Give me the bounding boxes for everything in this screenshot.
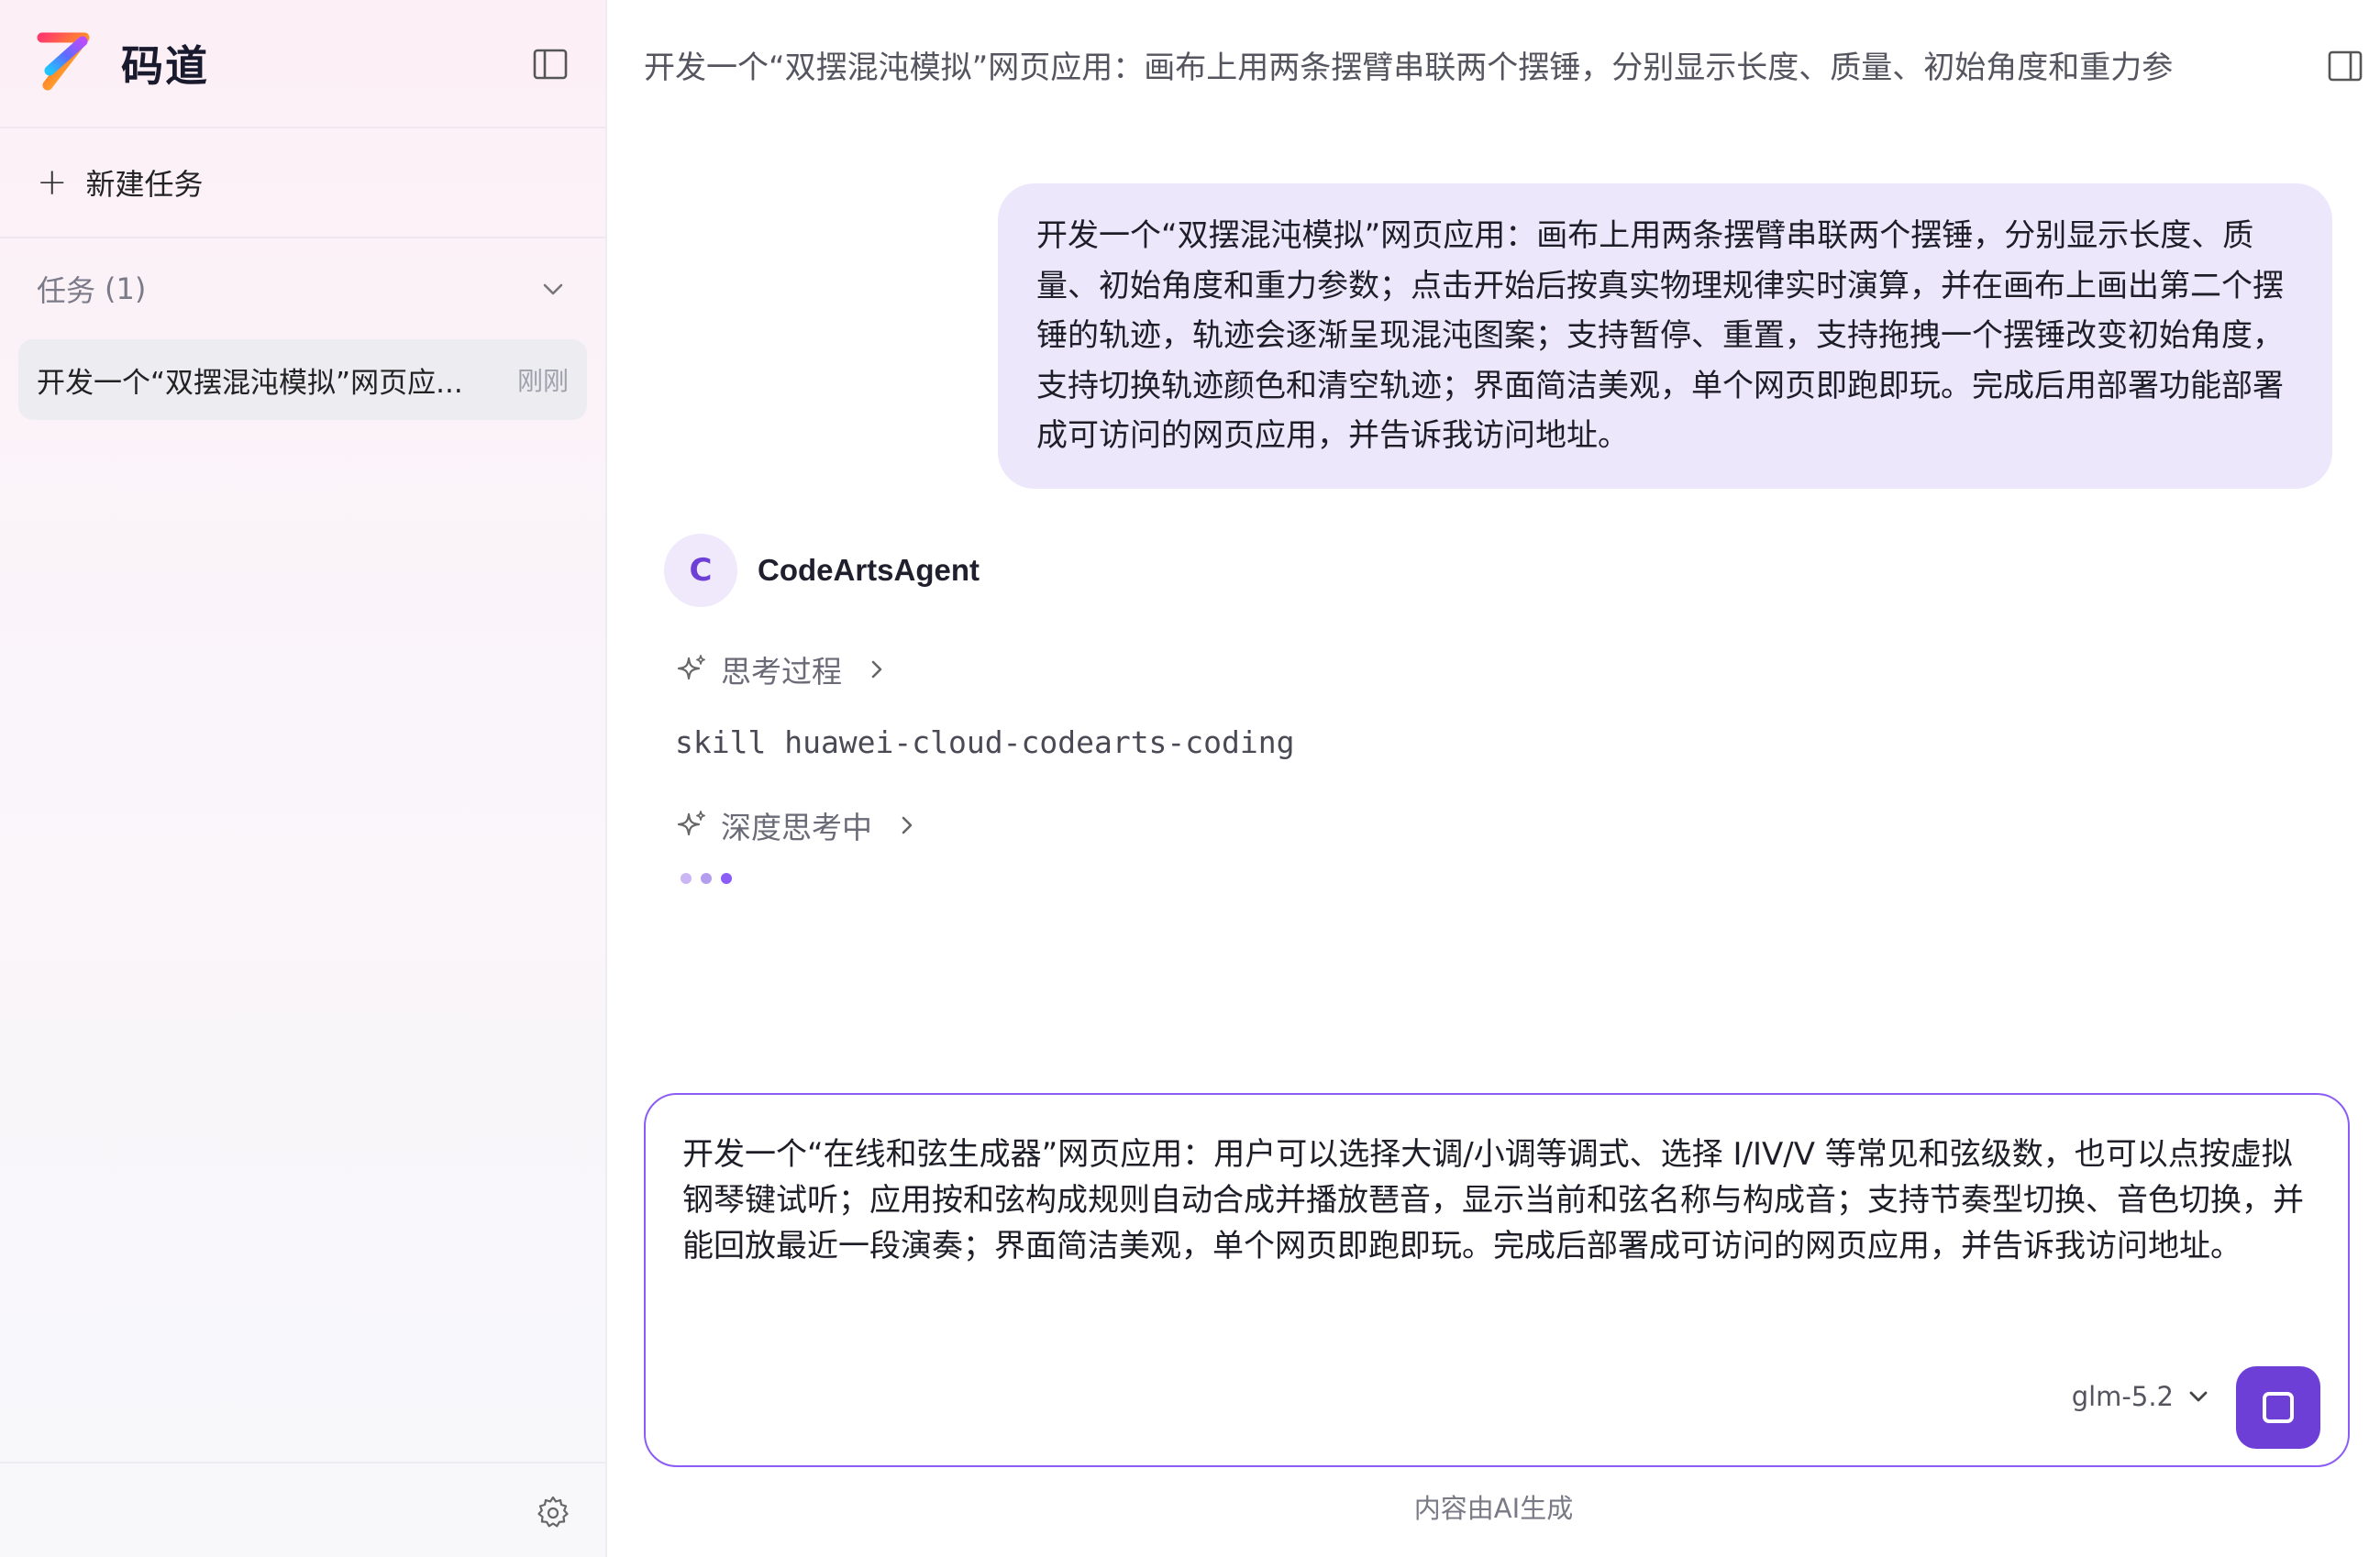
agent-header: C CodeArtsAgent <box>664 534 980 607</box>
skill-invocation-text: skill huawei-cloud-codearts-coding <box>675 724 1295 760</box>
user-message-bubble: 开发一个“双摆混沌模拟”网页应用：画布上用两条摆臂串联两个摆锤，分别显示长度、质… <box>998 183 2332 489</box>
chevron-down-icon <box>543 283 563 295</box>
loading-dot <box>681 873 692 884</box>
plus-icon: + <box>37 161 68 204</box>
stop-icon <box>2263 1392 2294 1423</box>
task-timestamp: 刚刚 <box>516 366 569 396</box>
conversation-title: 开发一个“双摆混沌模拟”网页应用：画布上用两条摆臂串联两个摆锤，分别显示长度、质… <box>644 49 2174 86</box>
sidebar-footer <box>0 1462 605 1557</box>
gear-icon[interactable] <box>536 1495 570 1529</box>
conversation-topbar: 开发一个“双摆混沌模拟”网页应用：画布上用两条摆臂串联两个摆锤，分别显示长度、质… <box>607 0 2380 128</box>
chevron-right-icon <box>871 660 882 679</box>
app-logo-icon <box>37 32 94 94</box>
app-window: 码道 + 新建任务 任务 (1) 开发一个“双摆混沌模拟”网页应... 刚刚 开… <box>0 0 2380 1557</box>
sidebar: 码道 + 新建任务 任务 (1) 开发一个“双摆混沌模拟”网页应... 刚刚 <box>0 0 607 1557</box>
loading-dot <box>701 873 712 884</box>
sidebar-header: 码道 <box>0 0 605 128</box>
loading-dots <box>681 873 741 884</box>
user-message-text: 开发一个“双摆混沌模拟”网页应用：画布上用两条摆臂串联两个摆锤，分别显示长度、质… <box>1036 217 2284 454</box>
thinking-process-toggle[interactable]: 思考过程 <box>675 647 888 691</box>
composer-input[interactable]: 开发一个“在线和弦生成器”网页应用：用户可以选择大调/小调等调式、选择 I/IV… <box>682 1132 2315 1269</box>
chevron-right-icon <box>902 816 913 834</box>
deep-thinking-toggle[interactable]: 深度思考中 <box>675 803 918 847</box>
agent-name: CodeArtsAgent <box>758 553 980 587</box>
model-selector[interactable]: glm-5.2 <box>2072 1381 2210 1412</box>
new-task-label: 新建任务 <box>85 167 204 202</box>
agent-avatar: C <box>664 534 737 607</box>
new-task-button[interactable]: + 新建任务 <box>0 128 605 238</box>
deep-thinking-label: 深度思考中 <box>721 810 872 845</box>
tasks-section-header[interactable]: 任务 (1) <box>0 238 605 339</box>
model-name: glm-5.2 <box>2071 1381 2174 1412</box>
chevron-down-icon <box>2189 1391 2208 1402</box>
tasks-count: (1) <box>105 271 147 306</box>
sidebar-toggle-icon[interactable] <box>532 46 569 83</box>
panel-toggle-icon[interactable] <box>2327 48 2363 84</box>
main-panel: 开发一个“双摆混沌模拟”网页应用：画布上用两条摆臂串联两个摆锤，分别显示长度、质… <box>607 0 2380 1557</box>
tasks-label: 任务 <box>37 273 96 308</box>
loading-dot <box>721 873 732 884</box>
thinking-process-label: 思考过程 <box>721 654 842 690</box>
sparkle-icon <box>677 655 705 680</box>
stop-generation-button[interactable] <box>2236 1366 2320 1449</box>
task-title: 开发一个“双摆混沌模拟”网页应... <box>37 366 463 400</box>
sparkle-icon <box>677 811 705 836</box>
brand-name: 码道 <box>121 41 209 91</box>
task-list-item[interactable]: 开发一个“双摆混沌模拟”网页应... 刚刚 <box>18 339 587 420</box>
message-composer[interactable]: 开发一个“在线和弦生成器”网页应用：用户可以选择大调/小调等调式、选择 I/IV… <box>644 1093 2350 1467</box>
ai-disclaimer: 内容由AI生成 <box>1413 1493 1574 1524</box>
